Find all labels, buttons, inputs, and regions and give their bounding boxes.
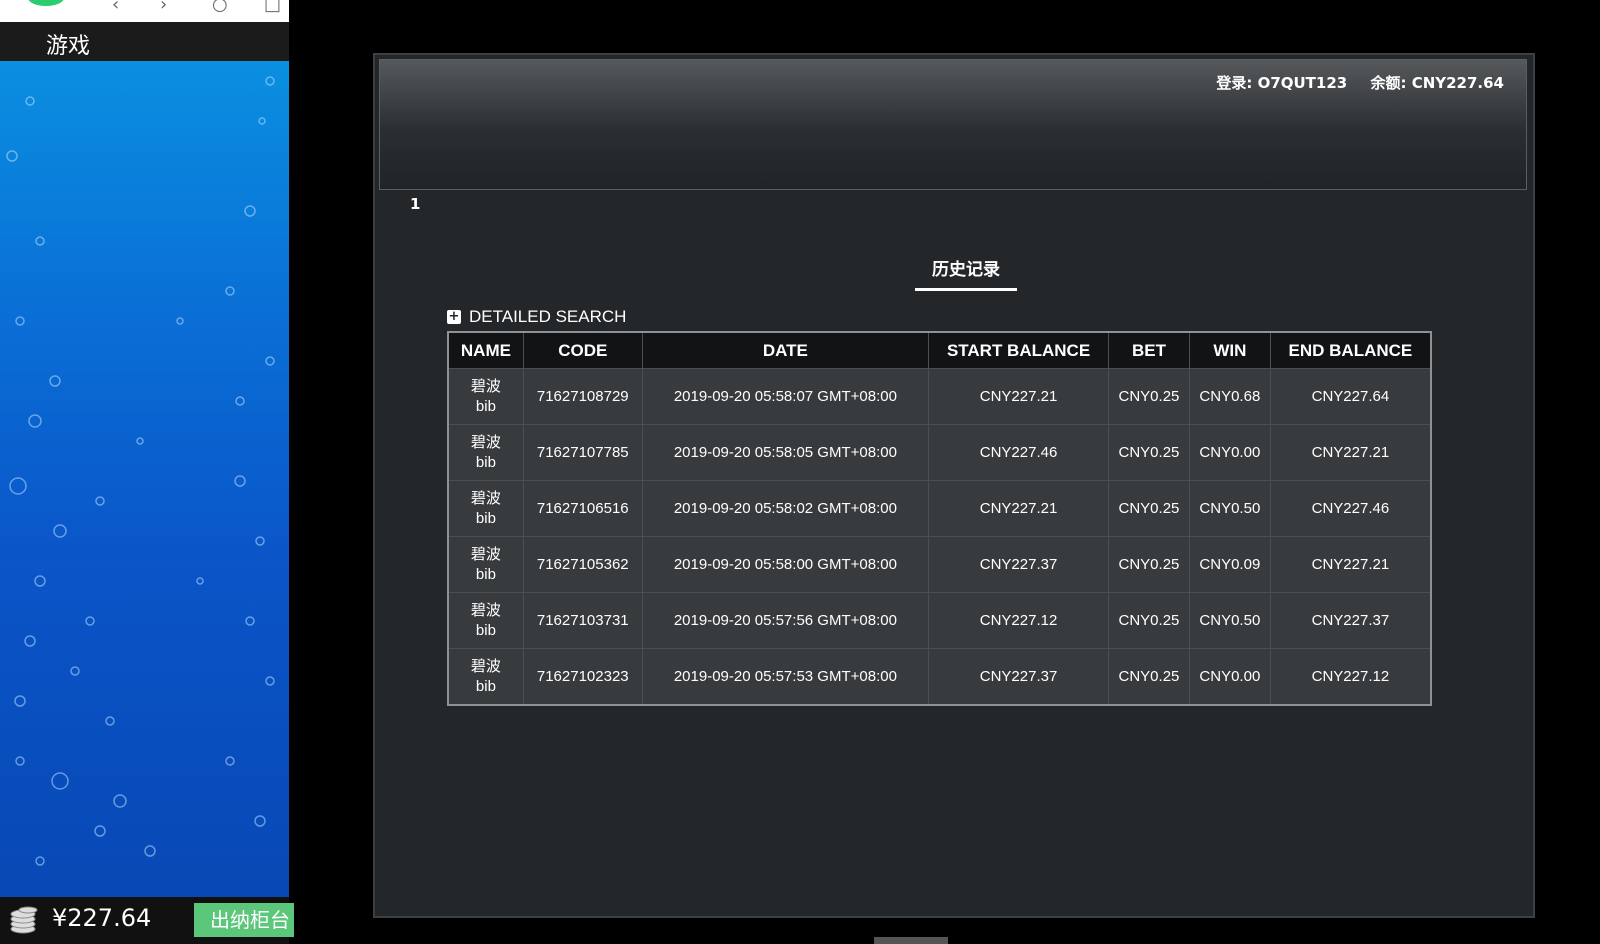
game-name-en: bib <box>475 509 496 527</box>
start-balance-cell: CNY227.37 <box>928 648 1109 706</box>
window-icon[interactable]: □ <box>264 0 281 15</box>
table-row[interactable]: 碧波 bib 71627103731 2019-09-20 05:57:56 GM… <box>447 592 1432 649</box>
game-title: 游戏 <box>46 34 91 59</box>
game-title-bar: 游戏 <box>0 22 289 61</box>
win-cell: CNY0.68 <box>1188 368 1271 425</box>
end-balance-cell: CNY227.12 <box>1269 648 1432 706</box>
code-cell[interactable]: 71627108729 <box>522 368 643 425</box>
page-number[interactable]: 1 <box>410 195 420 213</box>
game-name-cell: 碧波 bib <box>447 648 524 706</box>
history-window: 登录: O7QUT123 余额: CNY227.64 1 历史记录 + DETA… <box>373 53 1535 918</box>
bet-cell: CNY0.25 <box>1108 480 1190 537</box>
code-cell[interactable]: 71627105362 <box>522 536 643 593</box>
detailed-search-toggle[interactable]: + DETAILED SEARCH <box>447 307 626 327</box>
refresh-icon[interactable]: ○ <box>212 0 228 15</box>
start-balance-cell: CNY227.21 <box>928 480 1109 537</box>
date-cell: 2019-09-20 05:57:53 GMT+08:00 <box>641 648 930 706</box>
win-cell: CNY0.50 <box>1188 592 1271 649</box>
game-name-cn: 碧波 <box>470 545 501 563</box>
game-name-en: bib <box>475 453 496 471</box>
bet-cell: CNY0.25 <box>1108 592 1190 649</box>
code-cell[interactable]: 71627107785 <box>522 424 643 481</box>
bet-cell: CNY0.25 <box>1108 648 1190 706</box>
date-cell: 2019-09-20 05:58:05 GMT+08:00 <box>641 424 930 481</box>
game-name-cell: 碧波 bib <box>447 368 524 425</box>
game-balance: ¥227.64 <box>52 904 152 932</box>
start-balance-cell: CNY227.37 <box>928 536 1109 593</box>
bubbles-background <box>6 76 275 866</box>
code-cell[interactable]: 71627102323 <box>522 648 643 706</box>
bet-cell: CNY0.25 <box>1108 424 1190 481</box>
game-name-cn: 碧波 <box>470 489 501 507</box>
win-cell: CNY0.00 <box>1188 424 1271 481</box>
end-balance-cell: CNY227.21 <box>1269 536 1432 593</box>
forward-arrow-icon[interactable]: › <box>160 0 167 15</box>
win-cell: CNY0.50 <box>1188 480 1271 537</box>
game-panel: ‹ › ○ □ 游戏 ¥227.64 出纳柜台 <box>0 0 294 944</box>
end-balance-cell: CNY227.21 <box>1269 424 1432 481</box>
bet-cell: CNY0.25 <box>1108 536 1190 593</box>
end-balance-cell: CNY227.37 <box>1269 592 1432 649</box>
game-name-cell: 碧波 bib <box>447 480 524 537</box>
table-header-row: NAME CODE DATE START BALANCE BET WIN END… <box>447 331 1432 369</box>
back-arrow-icon[interactable]: ‹ <box>112 0 119 15</box>
bet-cell: CNY0.25 <box>1108 368 1190 425</box>
detailed-search-label: DETAILED SEARCH <box>469 307 627 326</box>
column-header-bet: BET <box>1108 331 1190 369</box>
game-name-cell: 碧波 bib <box>447 424 524 481</box>
history-header: 登录: O7QUT123 余额: CNY227.64 <box>379 59 1527 190</box>
start-balance-cell: CNY227.12 <box>928 592 1109 649</box>
plus-box-icon[interactable]: + <box>447 310 461 324</box>
column-header-start-balance: START BALANCE <box>928 331 1109 369</box>
date-cell: 2019-09-20 05:58:02 GMT+08:00 <box>641 480 930 537</box>
login-label: 登录: O7QUT123 <box>1216 74 1348 92</box>
column-header-code: CODE <box>522 331 643 369</box>
coin-stack-icon <box>10 906 38 934</box>
table-row[interactable]: 碧波 bib 71627107785 2019-09-20 05:58:05 GM… <box>447 424 1432 481</box>
table-row[interactable]: 碧波 bib 71627105362 2019-09-20 05:58:00 GM… <box>447 536 1432 593</box>
column-header-name: NAME <box>447 331 524 369</box>
history-table: NAME CODE DATE START BALANCE BET WIN END… <box>447 331 1432 706</box>
date-cell: 2019-09-20 05:57:56 GMT+08:00 <box>641 592 930 649</box>
game-footer: ¥227.64 出纳柜台 <box>0 897 294 944</box>
browser-toolbar: ‹ › ○ □ <box>0 0 289 22</box>
game-name-cell: 碧波 bib <box>447 536 524 593</box>
column-header-win: WIN <box>1188 331 1271 369</box>
game-canvas[interactable] <box>0 61 289 897</box>
history-title: 历史记录 <box>915 255 1017 291</box>
date-cell: 2019-09-20 05:58:07 GMT+08:00 <box>641 368 930 425</box>
game-name-cell: 碧波 bib <box>447 592 524 649</box>
game-name-cn: 碧波 <box>470 433 501 451</box>
column-header-end-balance: END BALANCE <box>1269 331 1432 369</box>
game-name-cn: 碧波 <box>470 657 501 675</box>
game-name-en: bib <box>475 565 496 583</box>
table-row[interactable]: 碧波 bib 71627102323 2019-09-20 05:57:53 GM… <box>447 648 1432 706</box>
start-balance-cell: CNY227.21 <box>928 368 1109 425</box>
code-cell[interactable]: 71627106516 <box>522 480 643 537</box>
cashier-button[interactable]: 出纳柜台 <box>194 903 294 937</box>
browser-logo-icon <box>28 0 64 6</box>
game-name-cn: 碧波 <box>470 377 501 395</box>
account-info: 登录: O7QUT123 余额: CNY227.64 <box>1198 72 1504 93</box>
code-cell[interactable]: 71627103731 <box>522 592 643 649</box>
table-row[interactable]: 碧波 bib 71627108729 2019-09-20 05:58:07 GM… <box>447 368 1432 425</box>
taskbar-sliver <box>874 937 948 944</box>
game-name-en: bib <box>475 677 496 695</box>
start-balance-cell: CNY227.46 <box>928 424 1109 481</box>
win-cell: CNY0.00 <box>1188 648 1271 706</box>
balance-label: 余额: CNY227.64 <box>1370 74 1504 92</box>
game-name-en: bib <box>475 621 496 639</box>
game-name-en: bib <box>475 397 496 415</box>
date-cell: 2019-09-20 05:58:00 GMT+08:00 <box>641 536 930 593</box>
win-cell: CNY0.09 <box>1188 536 1271 593</box>
game-name-cn: 碧波 <box>470 601 501 619</box>
end-balance-cell: CNY227.46 <box>1269 480 1432 537</box>
column-header-date: DATE <box>641 331 930 369</box>
end-balance-cell: CNY227.64 <box>1269 368 1432 425</box>
table-row[interactable]: 碧波 bib 71627106516 2019-09-20 05:58:02 GM… <box>447 480 1432 537</box>
